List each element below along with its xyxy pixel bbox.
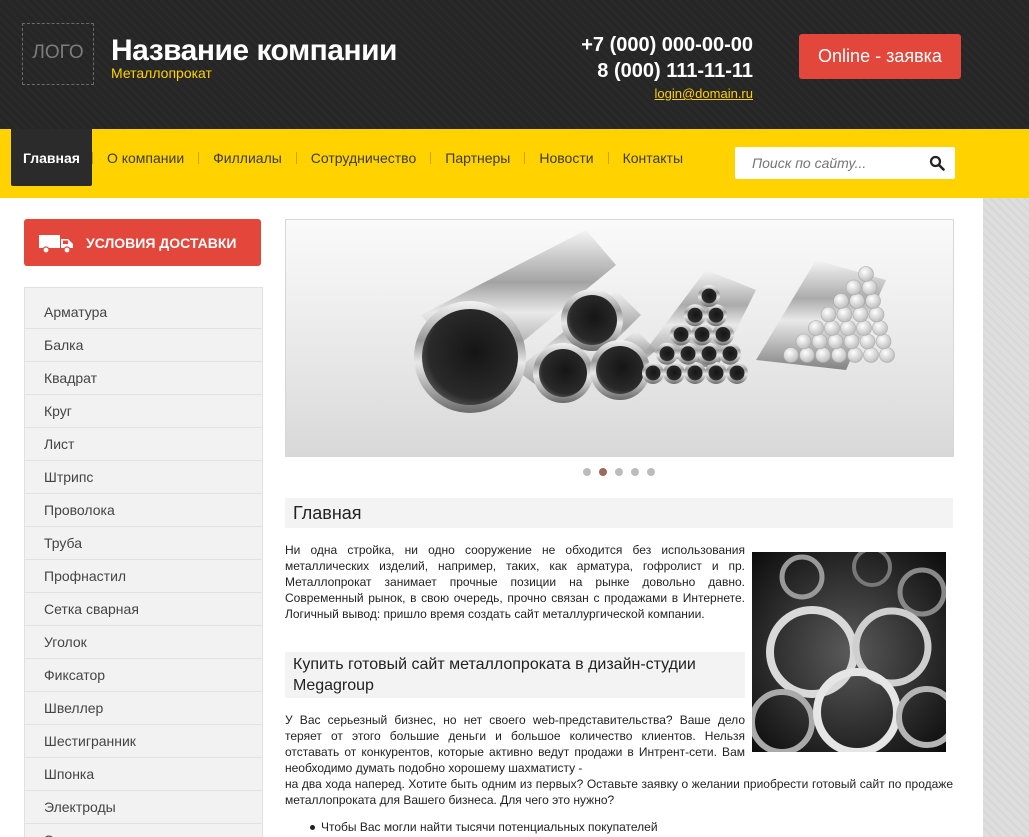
list-item: Чтобы Вас могли найти тысячи потенциальн… xyxy=(310,820,658,834)
pipes-photo-graphic xyxy=(752,552,946,752)
truck-icon xyxy=(39,234,73,254)
nav-item-about[interactable]: О компании xyxy=(93,129,198,186)
intro-paragraph: Ни одна стройка, ни одно сооружение не о… xyxy=(285,543,745,621)
catalog-item[interactable]: Труба xyxy=(25,527,262,560)
nav-item-cooperation[interactable]: Сотрудничество xyxy=(297,129,430,186)
catalog-item[interactable]: Лист xyxy=(25,428,262,461)
slider-dot-active[interactable] xyxy=(599,468,607,476)
online-request-button[interactable]: Online - заявка xyxy=(799,34,961,79)
catalog-item[interactable]: Электроды xyxy=(25,791,262,824)
catalog-item[interactable]: Шестигранник xyxy=(25,725,262,758)
page-background-strip xyxy=(983,198,1029,837)
company-name[interactable]: Название компании xyxy=(111,34,398,68)
pipes-photo xyxy=(752,552,946,752)
catalog-item[interactable]: Эл... xyxy=(25,824,262,837)
slider-pagination xyxy=(583,468,655,476)
catalog-item[interactable]: Сетка сварная xyxy=(25,593,262,626)
nav-item-home[interactable]: Главная xyxy=(11,129,92,186)
slider-dot[interactable] xyxy=(647,468,655,476)
search-box xyxy=(735,147,955,179)
slider-dot[interactable] xyxy=(631,468,639,476)
nav-item-contacts[interactable]: Контакты xyxy=(609,129,697,186)
catalog-item[interactable]: Круг xyxy=(25,395,262,428)
nav-item-news[interactable]: Новости xyxy=(525,129,607,186)
catalog-item[interactable]: Квадрат xyxy=(25,362,262,395)
delivery-terms-button[interactable]: УСЛОВИЯ ДОСТАВКИ xyxy=(24,219,261,266)
body-paragraph: У Вас серьезный бизнес, но нет своего we… xyxy=(285,713,745,775)
page-title: Главная xyxy=(285,498,953,528)
site-header: ЛОГО Название компании Металлопрокат +7 … xyxy=(0,0,1029,129)
slider-dot[interactable] xyxy=(615,468,623,476)
main-nav: Главная О компании Филлиалы Сотрудничест… xyxy=(0,129,1029,198)
nav-item-branches[interactable]: Филлиалы xyxy=(199,129,296,186)
catalog-item[interactable]: Уголок xyxy=(25,626,262,659)
catalog-item[interactable]: Профнастил xyxy=(25,560,262,593)
catalog-item[interactable]: Швеллер xyxy=(25,692,262,725)
search-input[interactable] xyxy=(735,147,915,179)
nav-menu: Главная О компании Филлиалы Сотрудничест… xyxy=(11,129,697,186)
email-link[interactable]: login@domain.ru xyxy=(655,86,753,101)
phone-secondary: 8 (000) 111-11-11 xyxy=(597,60,753,82)
banner-slider[interactable] xyxy=(285,219,954,457)
catalog-item[interactable]: Арматура xyxy=(25,288,262,329)
company-subtitle: Металлопрокат xyxy=(111,65,212,81)
catalog-item[interactable]: Проволока xyxy=(25,494,262,527)
logo[interactable]: ЛОГО xyxy=(22,23,94,85)
delivery-terms-label: УСЛОВИЯ ДОСТАВКИ xyxy=(86,234,237,251)
list-item-text: Чтобы Вас могли найти тысячи потенциальн… xyxy=(321,820,658,834)
slider-dot[interactable] xyxy=(583,468,591,476)
section-heading: Купить готовый сайт металлопроката в диз… xyxy=(285,652,745,698)
catalog-item[interactable]: Балка xyxy=(25,329,262,362)
pipes-image xyxy=(414,230,895,413)
search-icon[interactable] xyxy=(929,155,945,171)
nav-item-partners[interactable]: Партнеры xyxy=(431,129,524,186)
phone-primary: +7 (000) 000-00-00 xyxy=(581,34,753,56)
catalog-item[interactable]: Фиксатор xyxy=(25,659,262,692)
catalog-menu: Арматура Балка Квадрат Круг Лист Штрипс … xyxy=(24,287,263,837)
catalog-item[interactable]: Шпонка xyxy=(25,758,262,791)
bullet-dot xyxy=(310,824,315,830)
catalog-item[interactable]: Штрипс xyxy=(25,461,262,494)
body-paragraph-continued: на два хода наперед. Хотите быть одним и… xyxy=(285,777,953,807)
